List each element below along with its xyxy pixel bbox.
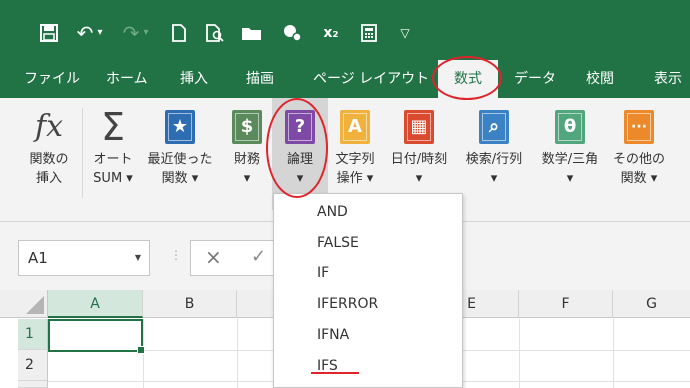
active-cell-a1[interactable]	[48, 319, 145, 354]
menu-item-and[interactable]: AND	[317, 202, 348, 222]
row-header-1[interactable]: 1	[18, 319, 48, 350]
star-book-icon: ★	[165, 110, 195, 144]
math-trig-button[interactable]: θ 数学/三角 ▾	[534, 98, 606, 210]
math-book-icon: θ	[555, 110, 585, 144]
more-functions-book-icon: ···	[624, 110, 654, 144]
autosum-button[interactable]: Σ オート SUM ▾	[88, 98, 138, 210]
undo-icon[interactable]: ↶	[74, 22, 96, 44]
lookup-reference-label: 検索/行列 ▾	[465, 152, 523, 186]
name-box[interactable]: A1 ▼	[18, 240, 150, 276]
date-time-label: 日付/時刻 ▾	[390, 152, 448, 186]
formula-bar-separator-icon[interactable]: ⋮	[170, 248, 182, 262]
column-gridline	[237, 319, 238, 388]
column-gridline	[613, 319, 614, 388]
text-label: 文字列 操作 ▾	[335, 152, 375, 186]
tab-insert[interactable]: 挿入	[180, 60, 208, 98]
save-icon[interactable]	[38, 22, 60, 44]
row-header-3[interactable]	[18, 381, 48, 388]
tab-home[interactable]: ホーム	[106, 60, 148, 98]
menu-item-iferror[interactable]: IFERROR	[317, 294, 378, 314]
annotation-underline-ifs	[311, 372, 359, 374]
menu-item-ifna[interactable]: IFNA	[317, 325, 349, 345]
name-box-value: A1	[28, 249, 48, 267]
tab-data[interactable]: データ	[514, 60, 556, 98]
row-header-2[interactable]: 2	[18, 350, 48, 381]
recently-used-label: 最近使った 関数 ▾	[147, 152, 213, 186]
select-all-corner[interactable]	[18, 290, 48, 318]
enter-icon[interactable]: ✓	[251, 246, 266, 267]
undo-dropdown-icon[interactable]: ▾	[94, 22, 106, 44]
customize-toolbar-icon[interactable]: ▽	[396, 22, 414, 44]
annotation-circle-logical-button	[266, 98, 328, 198]
function-icon: fx	[34, 109, 64, 144]
tab-view[interactable]: 表示	[654, 60, 682, 98]
subscript-button[interactable]: x₂	[318, 22, 344, 44]
column-gridline	[519, 319, 520, 388]
logical-functions-menu: AND FALSE IF IFERROR IFNA IFS	[273, 193, 463, 388]
math-trig-label: 数学/三角 ▾	[541, 152, 599, 186]
text-book-icon: A	[340, 110, 370, 144]
formula-buttons: × ✓	[190, 240, 280, 276]
name-box-dropdown-icon[interactable]: ▼	[135, 241, 141, 275]
cancel-icon[interactable]: ×	[205, 245, 222, 269]
more-functions-button[interactable]: ··· その他の 関数 ▾	[610, 98, 668, 210]
open-folder-icon[interactable]	[240, 22, 264, 44]
print-preview-icon[interactable]	[204, 22, 226, 44]
tab-page-layout[interactable]: ページ レイアウト	[313, 60, 429, 98]
column-header-f[interactable]: F	[519, 290, 613, 318]
column-header-g[interactable]: G	[613, 290, 690, 318]
lookup-reference-button[interactable]: ⌕ 検索/行列 ▾	[458, 98, 530, 210]
tab-review[interactable]: 校閲	[586, 60, 614, 98]
ribbon-divider	[82, 108, 83, 198]
new-document-icon[interactable]	[168, 22, 190, 44]
menu-item-false[interactable]: FALSE	[317, 233, 359, 253]
title-bar: ↶ ▾ ↷ ▾ x₂ ▽	[0, 0, 690, 60]
redo-icon: ↷	[122, 21, 140, 45]
tab-file[interactable]: ファイル	[24, 60, 80, 98]
lookup-book-icon: ⌕	[479, 110, 509, 144]
annotation-circle-formulas-tab	[432, 56, 502, 100]
tab-draw[interactable]: 描画	[246, 60, 274, 98]
financial-label: 財務 ▾	[233, 152, 260, 186]
column-header-b[interactable]: B	[143, 290, 237, 318]
sigma-icon: Σ	[100, 105, 125, 149]
date-time-book-icon: ▦	[404, 110, 434, 144]
financial-book-icon: $	[232, 110, 262, 144]
calculator-icon[interactable]	[358, 22, 380, 44]
redo-dropdown-icon: ▾	[143, 27, 149, 38]
autosum-label: オート SUM ▾	[93, 152, 133, 186]
more-functions-label: その他の 関数 ▾	[612, 152, 665, 186]
column-header-a[interactable]: A	[48, 290, 143, 318]
insert-function-button[interactable]: fx 関数の 挿入	[22, 98, 76, 210]
financial-button[interactable]: $ 財務 ▾	[226, 98, 268, 210]
ribbon-tabs: ファイル ホーム 挿入 描画 ページ レイアウト 数式 データ 校閲 表示	[0, 60, 690, 98]
recently-used-button[interactable]: ★ 最近使った 関数 ▾	[142, 98, 218, 210]
share-icon[interactable]	[280, 22, 304, 44]
insert-function-label: 関数の 挿入	[29, 152, 69, 186]
menu-item-if[interactable]: IF	[317, 263, 329, 283]
